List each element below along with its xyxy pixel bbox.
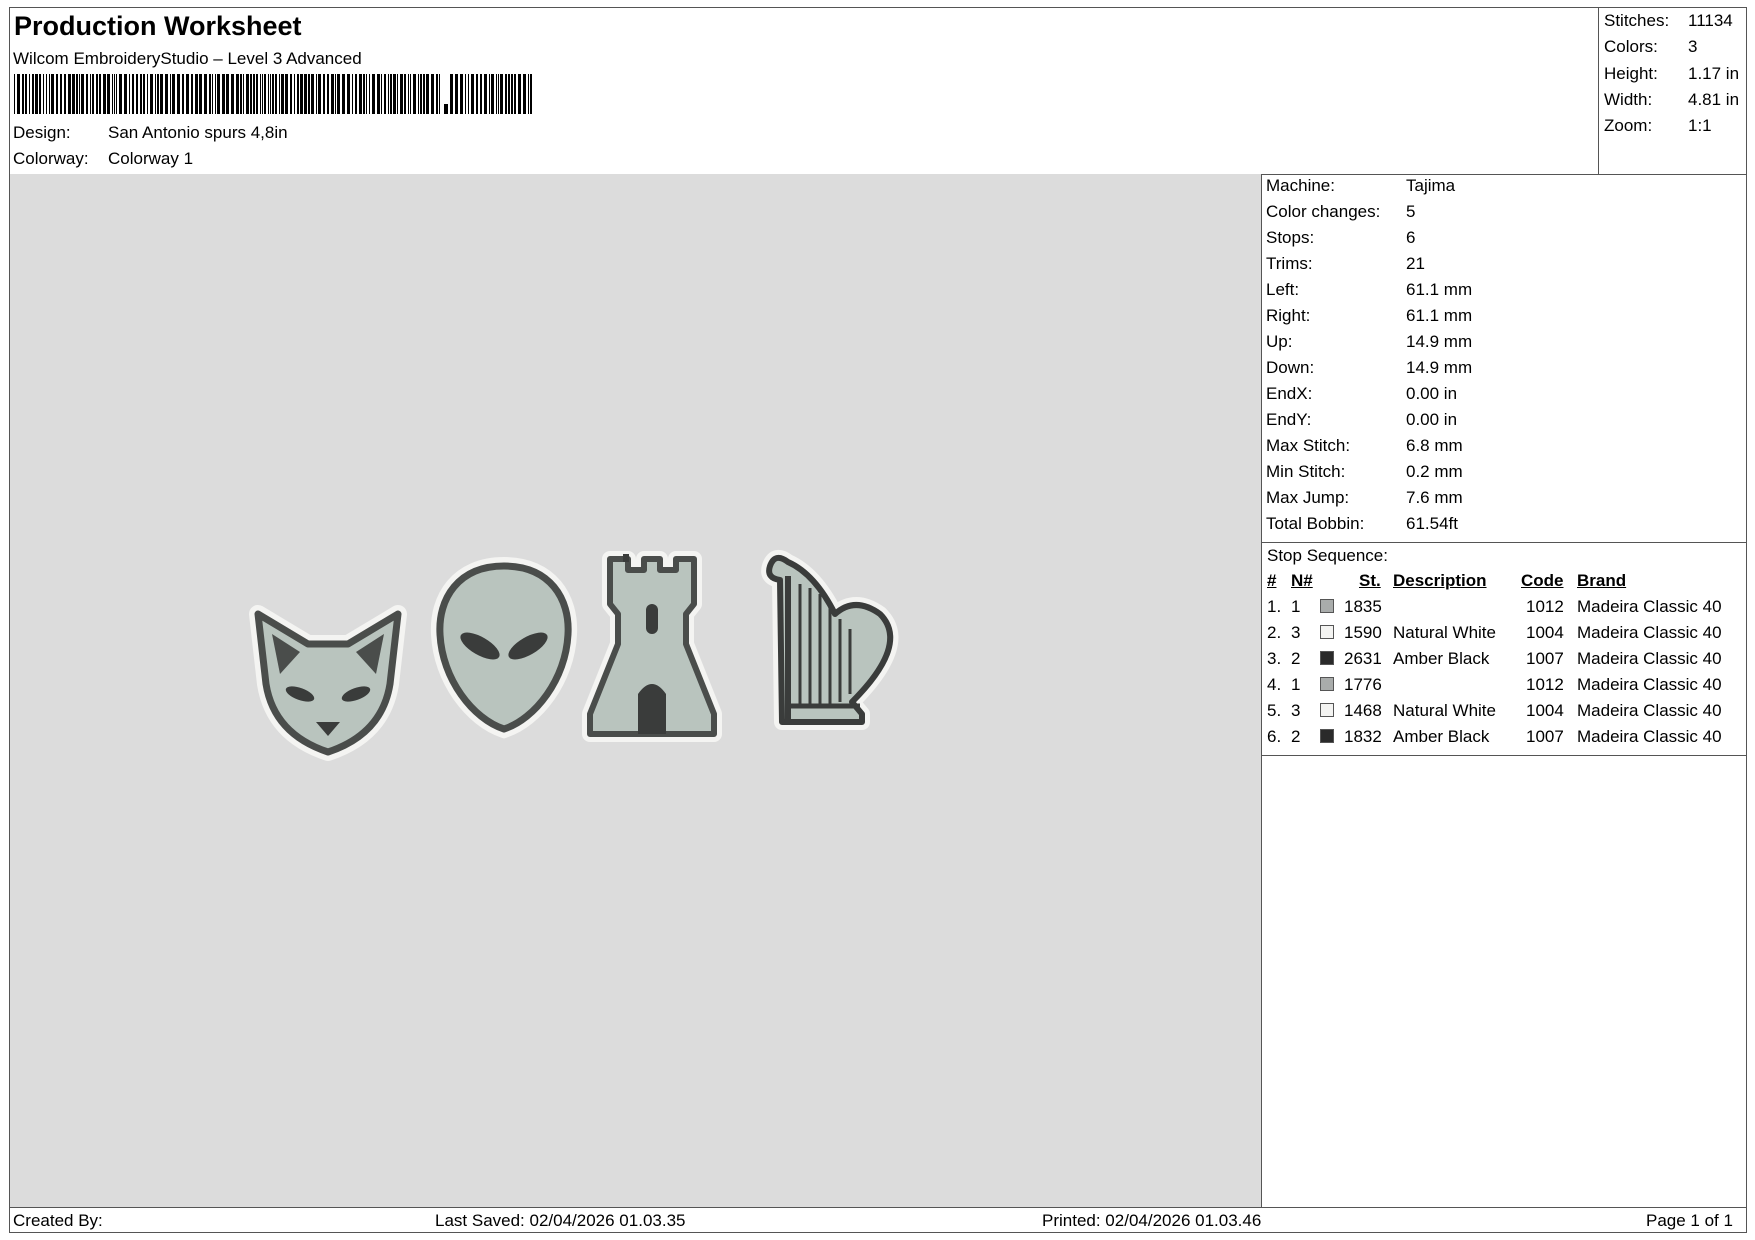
max-jump-row: Max Jump: 7.6 mm — [1266, 488, 1463, 507]
col-header-description: Description — [1393, 571, 1487, 590]
design-value: San Antonio spurs 4,8in — [108, 123, 288, 142]
col-header-code: Code — [1521, 571, 1564, 590]
design-canvas — [249, 549, 899, 761]
table-divider — [1262, 755, 1746, 756]
cell-n: 3 — [1291, 623, 1301, 642]
colorway-value: Colorway 1 — [108, 149, 194, 168]
page-number: Page 1 of 1 — [1646, 1211, 1733, 1230]
cell-brand: Madeira Classic 40 — [1577, 701, 1722, 720]
cell-n: 1 — [1291, 675, 1301, 694]
cell-num: 6. — [1267, 727, 1282, 746]
col-header-num: # — [1267, 571, 1277, 590]
color-swatch — [1320, 677, 1334, 691]
cell-brand: Madeira Classic 40 — [1577, 727, 1722, 746]
worksheet-footer: Created By: Last Saved: 02/04/2026 01.03… — [10, 1207, 1746, 1234]
cell-n: 1 — [1291, 597, 1301, 616]
cell-st: 2631 — [1344, 649, 1382, 668]
software-name: Wilcom EmbroideryStudio – Level 3 Advanc… — [13, 49, 362, 68]
worksheet-page: Production Worksheet Wilcom EmbroiderySt… — [9, 7, 1747, 1233]
color-swatch — [1320, 703, 1334, 717]
cell-brand: Madeira Classic 40 — [1577, 649, 1722, 668]
machine-row: Machine: Tajima — [1266, 176, 1456, 195]
color-swatch — [1320, 625, 1334, 639]
cell-st: 1468 — [1344, 701, 1382, 720]
cell-desc: Natural White — [1393, 623, 1496, 642]
stat-height: Height: 1.17 in — [1604, 64, 1740, 83]
cell-n: 3 — [1291, 701, 1301, 720]
up-row: Up: 14.9 mm — [1266, 332, 1473, 351]
barcode-icon — [14, 74, 532, 114]
design-label: Design: — [13, 123, 71, 142]
castle-tower-icon — [582, 551, 722, 742]
color-swatch — [1320, 729, 1334, 743]
cell-num: 5. — [1267, 701, 1282, 720]
color-swatch — [1320, 599, 1334, 613]
colorway-row: Colorway: Colorway 1 — [13, 149, 193, 169]
last-saved: Last Saved: 02/04/2026 01.03.35 — [435, 1211, 686, 1230]
cell-code: 1007 — [1526, 649, 1564, 668]
alien-head-icon — [430, 556, 578, 739]
total-bobbin-row: Total Bobbin: 61.54ft — [1266, 514, 1458, 533]
cell-brand: Madeira Classic 40 — [1577, 597, 1722, 616]
cell-code: 1012 — [1526, 675, 1564, 694]
worksheet-header: Production Worksheet Wilcom EmbroiderySt… — [10, 8, 1598, 175]
max-stitch-row: Max Stitch: 6.8 mm — [1266, 436, 1463, 455]
col-header-stitches: St. — [1359, 571, 1381, 590]
created-by: Created By: — [13, 1211, 103, 1230]
color-changes-row: Color changes: 5 — [1266, 202, 1416, 221]
min-stitch-row: Min Stitch: 0.2 mm — [1266, 462, 1463, 481]
col-header-needle: N# — [1291, 571, 1313, 590]
cell-st: 1590 — [1344, 623, 1382, 642]
right-row: Right: 61.1 mm — [1266, 306, 1473, 325]
stop-sequence-title: Stop Sequence: — [1267, 546, 1388, 565]
cell-n: 2 — [1291, 727, 1301, 746]
left-row: Left: 61.1 mm — [1266, 280, 1473, 299]
cell-code: 1004 — [1526, 701, 1564, 720]
colorway-label: Colorway: — [13, 149, 89, 168]
cell-code: 1007 — [1526, 727, 1564, 746]
cell-brand: Madeira Classic 40 — [1577, 623, 1722, 642]
stat-width: Width: 4.81 in — [1604, 90, 1740, 109]
trims-row: Trims: 21 — [1266, 254, 1425, 273]
panel-divider — [1262, 542, 1746, 543]
cell-st: 1776 — [1344, 675, 1382, 694]
cell-num: 2. — [1267, 623, 1282, 642]
cell-st: 1835 — [1344, 597, 1382, 616]
stat-zoom: Zoom: 1:1 — [1604, 116, 1712, 135]
cell-n: 2 — [1291, 649, 1301, 668]
cell-desc: Natural White — [1393, 701, 1496, 720]
down-row: Down: 14.9 mm — [1266, 358, 1473, 377]
fox-head-icon — [249, 605, 407, 761]
stat-stitches: Stitches: 11134 — [1604, 11, 1733, 30]
design-preview — [10, 174, 1262, 1207]
cell-desc: Amber Black — [1393, 727, 1490, 746]
design-stats: Stitches: 11134 Colors: 3 Height: 1.17 in W… — [1598, 8, 1747, 175]
cell-num: 4. — [1267, 675, 1282, 694]
col-header-brand: Brand — [1577, 571, 1627, 590]
endy-row: EndY: 0.00 in — [1266, 410, 1458, 429]
cell-desc: Amber Black — [1393, 649, 1490, 668]
cell-num: 1. — [1267, 597, 1282, 616]
cell-num: 3. — [1267, 649, 1282, 668]
color-swatch — [1320, 651, 1334, 665]
stops-row: Stops: 6 — [1266, 228, 1416, 247]
page-title: Production Worksheet — [14, 11, 302, 41]
harp-icon — [761, 549, 899, 730]
stat-colors: Colors: 3 — [1604, 37, 1698, 56]
design-row: Design: San Antonio spurs 4,8in — [13, 123, 288, 143]
cell-st: 1832 — [1344, 727, 1382, 746]
cell-code: 1012 — [1526, 597, 1564, 616]
cell-brand: Madeira Classic 40 — [1577, 675, 1722, 694]
endx-row: EndX: 0.00 in — [1266, 384, 1458, 403]
cell-code: 1004 — [1526, 623, 1564, 642]
printed-date: Printed: 02/04/2026 01.03.46 — [1042, 1211, 1262, 1230]
